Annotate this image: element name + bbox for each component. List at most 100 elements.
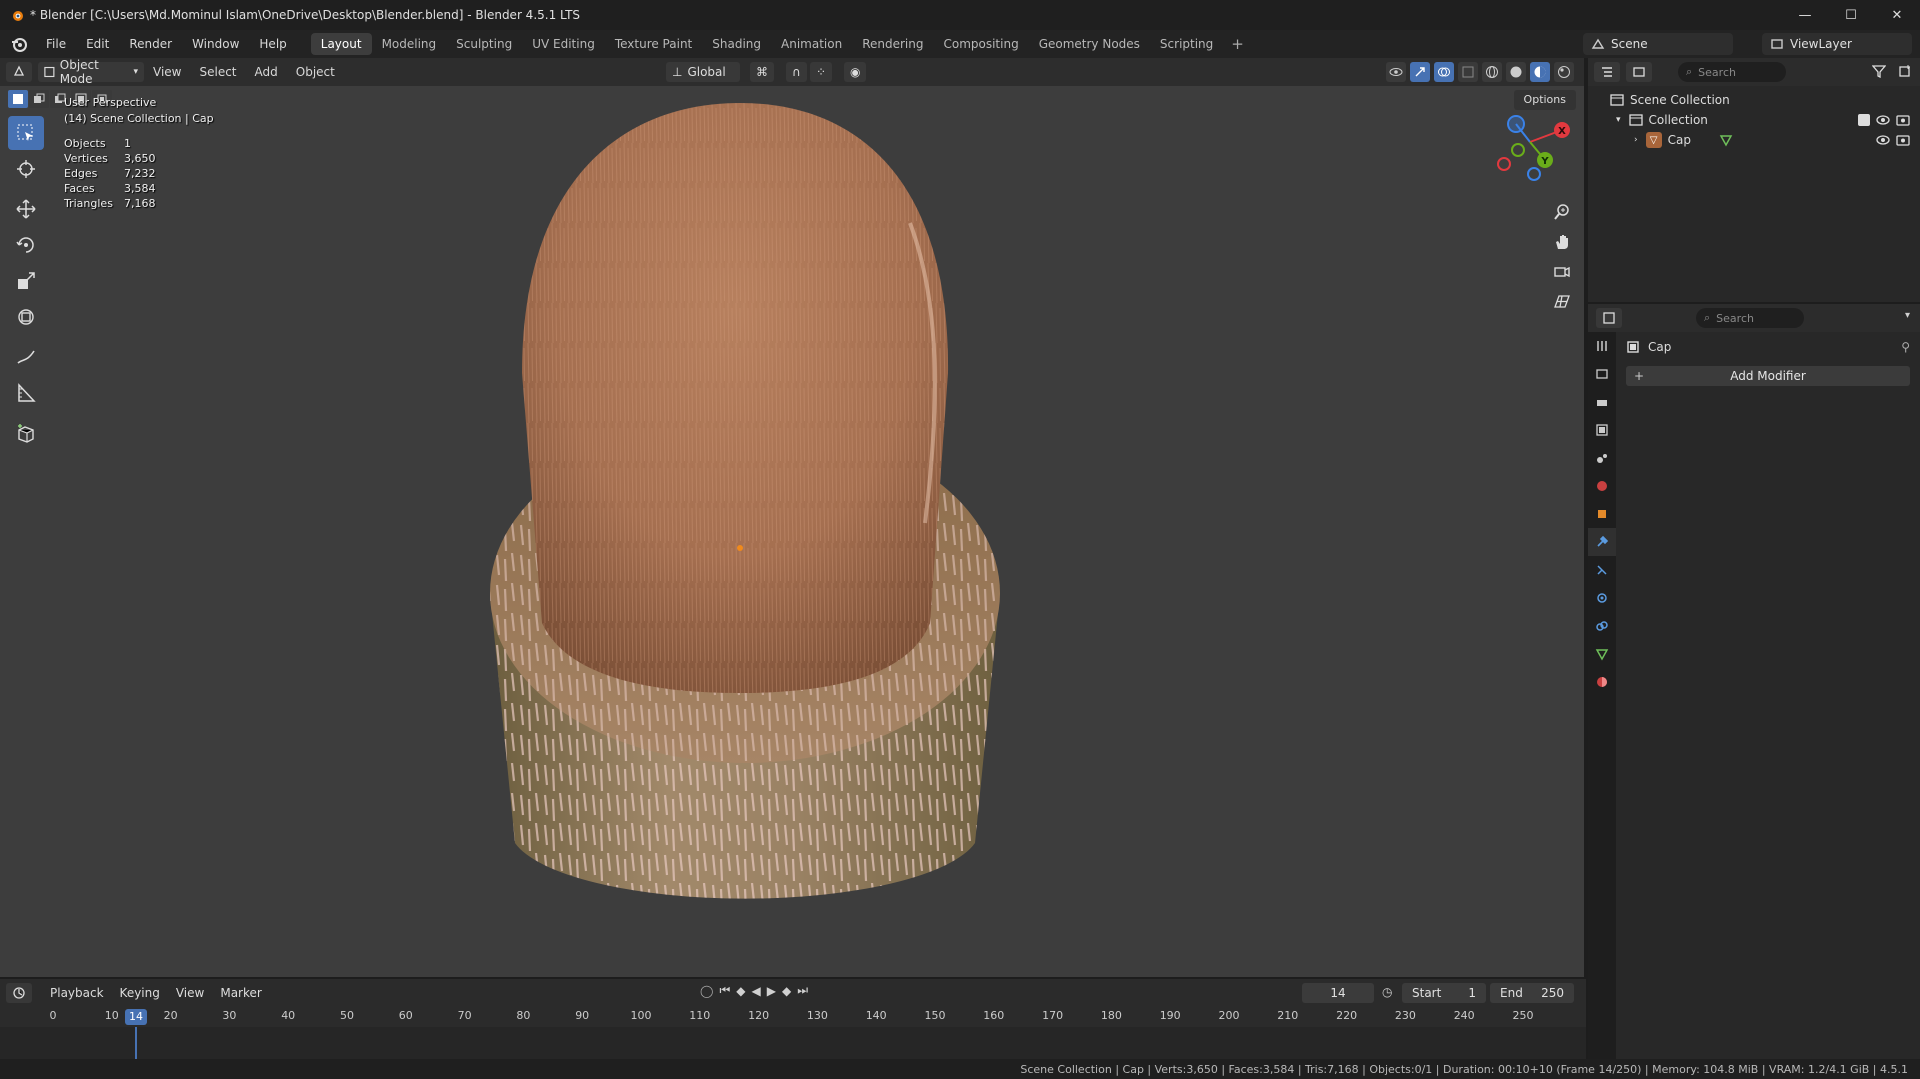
timeline-menu-playback[interactable]: Playback	[42, 986, 112, 1000]
zoom-icon[interactable]	[1548, 198, 1576, 226]
modifier-tab-icon[interactable]	[1588, 528, 1616, 556]
xray-toggle-icon[interactable]	[1458, 62, 1478, 82]
rotate-tool-icon[interactable]	[8, 228, 44, 262]
tab-sculpting[interactable]: Sculpting	[446, 33, 522, 55]
menu-help[interactable]: Help	[249, 30, 296, 58]
next-keyframe-icon[interactable]: ◆	[782, 984, 791, 998]
add-workspace-button[interactable]: +	[1223, 35, 1252, 53]
view-layer-tab-icon[interactable]	[1588, 416, 1616, 444]
minimize-button[interactable]: —	[1782, 0, 1828, 30]
timeline-menu-keying[interactable]: Keying	[112, 986, 168, 1000]
camera-render-icon[interactable]	[1896, 134, 1910, 146]
wireframe-shading-icon[interactable]	[1482, 62, 1502, 82]
mesh-data-icon[interactable]	[1719, 133, 1733, 147]
data-tab-icon[interactable]	[1588, 640, 1616, 668]
tab-geometry-nodes[interactable]: Geometry Nodes	[1029, 33, 1150, 55]
eye-icon[interactable]	[1876, 134, 1890, 146]
chevron-down-icon[interactable]: ▾	[1616, 115, 1621, 125]
properties-search-input[interactable]: ⌕ Search	[1696, 308, 1804, 328]
select-new-icon[interactable]	[8, 90, 28, 108]
menu-render[interactable]: Render	[119, 30, 182, 58]
gizmo-neg-z-axis[interactable]	[1527, 167, 1541, 181]
gizmo-toggle-icon[interactable]	[1410, 62, 1430, 82]
snap-target-button[interactable]: ⁘	[810, 62, 833, 82]
tree-row-collection[interactable]: ▾ Collection	[1588, 110, 1920, 130]
measure-tool-icon[interactable]	[8, 376, 44, 410]
exclude-checkbox-icon[interactable]	[1858, 114, 1870, 126]
properties-editor-type-button[interactable]	[1596, 308, 1622, 328]
tab-compositing[interactable]: Compositing	[933, 33, 1028, 55]
ortho-grid-icon[interactable]	[1548, 288, 1576, 316]
output-tab-icon[interactable]	[1588, 388, 1616, 416]
render-tab-icon[interactable]	[1588, 360, 1616, 388]
tool-settings-tab-icon[interactable]	[1588, 332, 1616, 360]
material-tab-icon[interactable]	[1588, 668, 1616, 696]
particles-tab-icon[interactable]	[1588, 556, 1616, 584]
outliner-editor-type-button[interactable]	[1594, 62, 1620, 82]
scale-tool-icon[interactable]	[8, 264, 44, 298]
add-modifier-button[interactable]: + Add Modifier	[1626, 366, 1910, 386]
menu-file[interactable]: File	[36, 30, 76, 58]
tab-uv-editing[interactable]: UV Editing	[522, 33, 605, 55]
new-collection-icon[interactable]	[1898, 64, 1912, 81]
view-layer-selector[interactable]: ViewLayer	[1762, 33, 1912, 55]
object-tab-icon[interactable]	[1588, 500, 1616, 528]
tab-animation[interactable]: Animation	[771, 33, 852, 55]
chevron-down-icon[interactable]: ▾	[1905, 310, 1910, 321]
world-tab-icon[interactable]	[1588, 472, 1616, 500]
frame-ruler[interactable]: 0 10 20 30 40 50 60 70 80 90 100 110 120 130 140 150 160…	[0, 1007, 1586, 1027]
tab-shading[interactable]: Shading	[702, 33, 771, 55]
viewport-menu-view[interactable]: View	[144, 65, 190, 79]
auto-keying-icon[interactable]: ◯	[700, 984, 713, 998]
physics-tab-icon[interactable]	[1588, 584, 1616, 612]
eye-icon[interactable]	[1876, 114, 1890, 126]
add-cube-tool-icon[interactable]	[8, 416, 44, 450]
current-frame-field[interactable]: 14	[1302, 983, 1374, 1003]
jump-end-icon[interactable]: ⏭	[797, 983, 808, 998]
visibility-icon[interactable]	[1386, 62, 1406, 82]
timeline-menu-marker[interactable]: Marker	[212, 986, 269, 1000]
camera-view-icon[interactable]	[1548, 258, 1576, 286]
prev-keyframe-icon[interactable]: ◆	[736, 984, 745, 998]
3d-viewport[interactable]: Object Mode ▾ View Select Add Object ⊥ G…	[0, 58, 1586, 977]
annotate-tool-icon[interactable]	[8, 340, 44, 374]
current-frame-indicator[interactable]: 14	[125, 1009, 147, 1025]
transform-tool-icon[interactable]	[8, 300, 44, 334]
tree-row-cap[interactable]: › ▽ Cap	[1588, 130, 1920, 150]
tab-modeling[interactable]: Modeling	[372, 33, 447, 55]
select-box-tool-icon[interactable]	[8, 116, 44, 150]
outliner-search-input[interactable]: ⌕ Search	[1678, 62, 1786, 82]
tab-scripting[interactable]: Scripting	[1150, 33, 1223, 55]
menu-window[interactable]: Window	[182, 30, 249, 58]
snap-toggle-button[interactable]: ∩	[786, 62, 807, 82]
pivot-point-button[interactable]: ⌘	[750, 62, 774, 82]
transform-orientation-selector[interactable]: ⊥ Global	[666, 62, 740, 82]
scene-tab-icon[interactable]	[1588, 444, 1616, 472]
clock-icon[interactable]: ◷	[1382, 985, 1392, 999]
end-frame-field[interactable]: End 250	[1490, 983, 1574, 1003]
tree-row-scene-collection[interactable]: Scene Collection	[1588, 90, 1920, 110]
scene-selector[interactable]: Scene	[1583, 33, 1733, 55]
tab-rendering[interactable]: Rendering	[852, 33, 933, 55]
tab-layout[interactable]: Layout	[310, 33, 372, 55]
material-preview-icon[interactable]	[1530, 62, 1550, 82]
maximize-button[interactable]: ☐	[1828, 0, 1874, 30]
pin-icon[interactable]: ⚲	[1901, 340, 1910, 354]
camera-render-icon[interactable]	[1896, 114, 1910, 126]
jump-start-icon[interactable]: ⏮	[719, 983, 730, 998]
blender-menu-icon[interactable]	[10, 35, 28, 53]
timeline-editor-type-button[interactable]	[6, 983, 32, 1003]
tab-texture-paint[interactable]: Texture Paint	[605, 33, 702, 55]
viewport-menu-add[interactable]: Add	[246, 65, 287, 79]
timeline-menu-view[interactable]: View	[168, 986, 212, 1000]
constraints-tab-icon[interactable]	[1588, 612, 1616, 640]
display-mode-button[interactable]	[1626, 62, 1652, 82]
viewport-menu-object[interactable]: Object	[287, 65, 344, 79]
pan-hand-icon[interactable]	[1548, 228, 1576, 256]
viewport-menu-select[interactable]: Select	[190, 65, 245, 79]
start-frame-field[interactable]: Start 1	[1402, 983, 1486, 1003]
menu-edit[interactable]: Edit	[76, 30, 119, 58]
editor-type-button[interactable]	[6, 62, 32, 82]
rendered-shading-icon[interactable]	[1554, 62, 1574, 82]
timeline-track[interactable]	[0, 1027, 1586, 1059]
